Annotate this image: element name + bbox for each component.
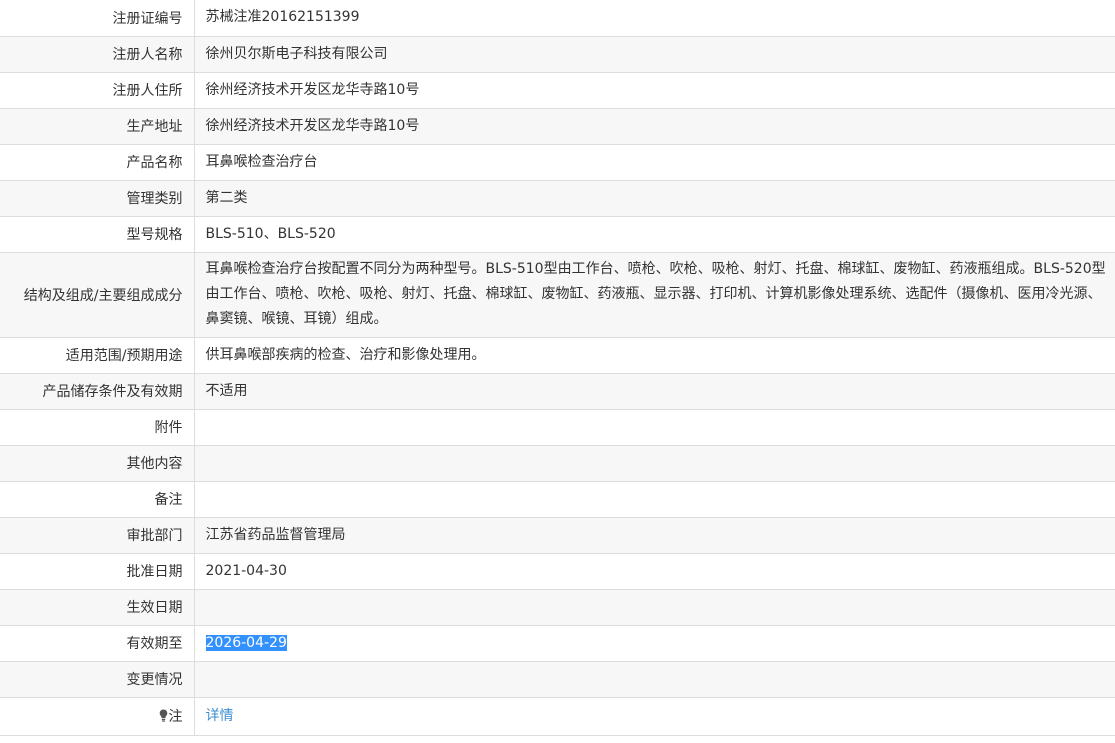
table-row: 结构及组成/主要组成成分 耳鼻喉检查治疗台按配置不同分为两种型号。BLS-510… <box>0 252 1115 338</box>
effective-date-value <box>194 589 1115 626</box>
table-row: 批准日期 2021-04-30 <box>0 553 1115 590</box>
model-spec-value: BLS-510、BLS-520 <box>194 216 1115 253</box>
table-row: 变更情况 <box>0 661 1115 698</box>
field-label: 注册人住所 <box>0 72 195 109</box>
attachment-value <box>194 409 1115 446</box>
table-row: 产品储存条件及有效期 不适用 <box>0 373 1115 410</box>
approval-department-value: 江苏省药品监督管理局 <box>194 517 1115 554</box>
table-row: 附件 <box>0 409 1115 446</box>
field-label: 适用范围/预期用途 <box>0 337 195 374</box>
remarks-value <box>194 481 1115 518</box>
table-row: 管理类别 第二类 <box>0 180 1115 217</box>
field-label: 生效日期 <box>0 589 195 626</box>
table-row: 型号规格 BLS-510、BLS-520 <box>0 216 1115 253</box>
table-row: 适用范围/预期用途 供耳鼻喉部疾病的检查、治疗和影像处理用。 <box>0 337 1115 374</box>
lightbulb-icon <box>159 709 168 722</box>
approval-date-value: 2021-04-30 <box>194 553 1115 590</box>
change-status-value <box>194 661 1115 698</box>
note-label: 注 <box>168 709 183 725</box>
storage-validity-value: 不适用 <box>194 373 1115 410</box>
valid-until-value[interactable]: 2026-04-29 <box>205 634 287 651</box>
structure-composition-value: 耳鼻喉检查治疗台按配置不同分为两种型号。BLS-510型由工作台、喷枪、吹枪、吸… <box>194 252 1115 338</box>
table-row: 生效日期 <box>0 589 1115 626</box>
valid-until-cell: 2026-04-29 <box>194 625 1115 662</box>
table-row: 注 详情 <box>0 697 1115 736</box>
registration-detail-table: 注册证编号 苏械注准20162151399 注册人名称 徐州贝尔斯电子科技有限公… <box>0 0 1115 736</box>
details-link[interactable]: 详情 <box>206 708 234 724</box>
table-row: 其他内容 <box>0 445 1115 482</box>
field-label: 生产地址 <box>0 108 195 145</box>
field-label: 其他内容 <box>0 445 195 482</box>
table-row: 注册证编号 苏械注准20162151399 <box>0 0 1115 37</box>
table-row: 生产地址 徐州经济技术开发区龙华寺路10号 <box>0 108 1115 145</box>
table-row: 注册人住所 徐州经济技术开发区龙华寺路10号 <box>0 72 1115 109</box>
field-label: 附件 <box>0 409 195 446</box>
table-row: 注册人名称 徐州贝尔斯电子科技有限公司 <box>0 36 1115 73</box>
table-row: 审批部门 江苏省药品监督管理局 <box>0 517 1115 554</box>
field-label: 管理类别 <box>0 180 195 217</box>
field-label: 批准日期 <box>0 553 195 590</box>
table-row: 有效期至 2026-04-29 <box>0 625 1115 662</box>
field-label: 注册证编号 <box>0 0 195 37</box>
other-content-value <box>194 445 1115 482</box>
production-address-value: 徐州经济技术开发区龙华寺路10号 <box>194 108 1115 145</box>
intended-use-value: 供耳鼻喉部疾病的检查、治疗和影像处理用。 <box>194 337 1115 374</box>
field-label: 注册人名称 <box>0 36 195 73</box>
table-row: 产品名称 耳鼻喉检查治疗台 <box>0 144 1115 181</box>
note-value-cell: 详情 <box>194 697 1115 736</box>
product-name-value: 耳鼻喉检查治疗台 <box>194 144 1115 181</box>
note-label-cell: 注 <box>0 697 195 736</box>
table-row: 备注 <box>0 481 1115 518</box>
registrant-address-value: 徐州经济技术开发区龙华寺路10号 <box>194 72 1115 109</box>
management-category-value: 第二类 <box>194 180 1115 217</box>
field-label: 变更情况 <box>0 661 195 698</box>
field-label: 产品名称 <box>0 144 195 181</box>
registration-number-value: 苏械注准20162151399 <box>194 0 1115 37</box>
registrant-name-value: 徐州贝尔斯电子科技有限公司 <box>194 36 1115 73</box>
field-label: 有效期至 <box>0 625 195 662</box>
field-label: 产品储存条件及有效期 <box>0 373 195 410</box>
field-label: 审批部门 <box>0 517 195 554</box>
field-label: 型号规格 <box>0 216 195 253</box>
field-label: 结构及组成/主要组成成分 <box>0 252 195 338</box>
field-label: 备注 <box>0 481 195 518</box>
